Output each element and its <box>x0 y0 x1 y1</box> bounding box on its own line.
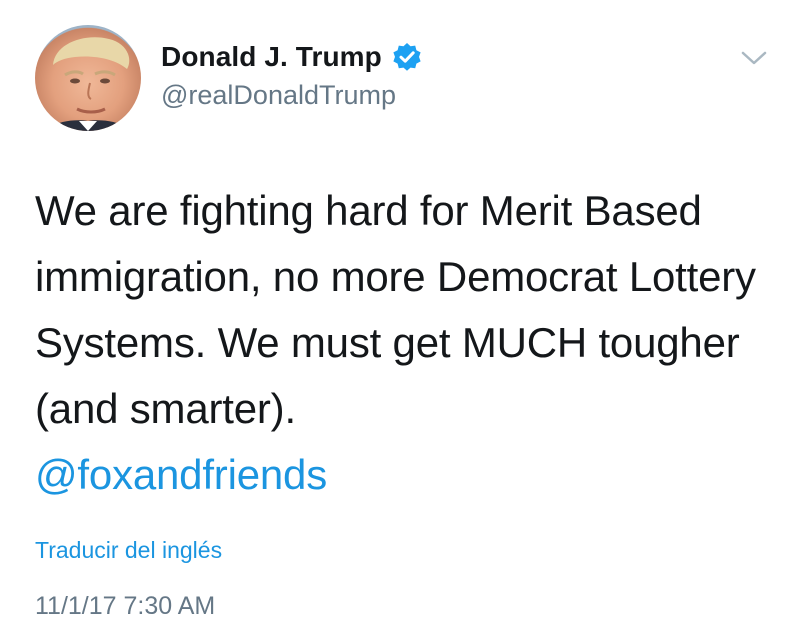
mention-link[interactable]: @foxandfriends <box>35 442 327 508</box>
tweet-text: We are fighting hard for Merit Based imm… <box>35 187 756 432</box>
tweet-card: Donald J. Trump @realDonaldTrump We are … <box>0 0 800 630</box>
avatar[interactable] <box>35 25 141 131</box>
author-handle[interactable]: @realDonaldTrump <box>161 80 396 111</box>
author-name-row[interactable]: Donald J. Trump <box>161 40 422 74</box>
chevron-down-icon[interactable] <box>738 46 770 70</box>
tweet-timestamp[interactable]: 11/1/17 7:30 AM <box>35 592 215 621</box>
translate-link[interactable]: Traducir del inglés <box>35 537 222 564</box>
avatar-face-icon <box>45 37 131 131</box>
author-display-name[interactable]: Donald J. Trump <box>161 41 382 73</box>
verified-badge-icon <box>392 42 422 72</box>
